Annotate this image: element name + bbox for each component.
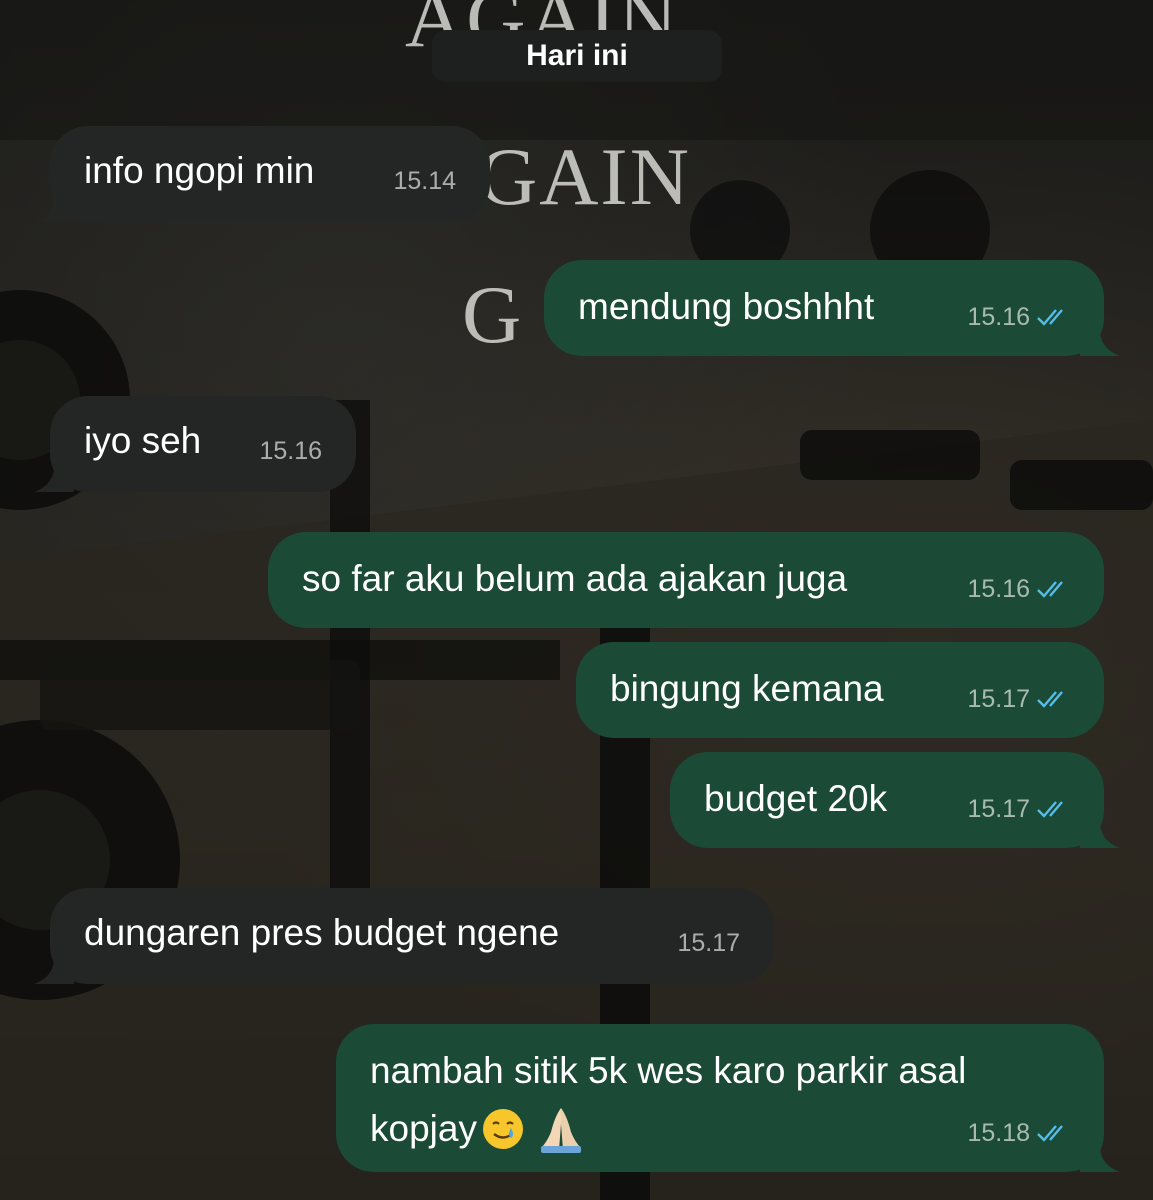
message-text: info ngopi min bbox=[84, 150, 315, 191]
smiling-face-with-tear-icon bbox=[482, 1109, 523, 1149]
message-text-line2: kopjay bbox=[370, 1108, 477, 1149]
message-bubble-outgoing[interactable]: budget 20k 15.17 bbox=[670, 752, 1104, 848]
message-bubble-outgoing[interactable]: bingung kemana 15.17 bbox=[576, 642, 1104, 738]
double-check-read-icon bbox=[1037, 309, 1063, 326]
message-time: 15.17 bbox=[967, 670, 1070, 728]
message-bubble-incoming[interactable]: dungaren pres budget ngene 15.17 bbox=[50, 888, 774, 984]
message-time: 15.18 bbox=[967, 1104, 1070, 1162]
folded-hands-icon bbox=[540, 1108, 581, 1153]
message-time: 15.17 bbox=[967, 780, 1070, 838]
timestamp: 15.16 bbox=[967, 575, 1030, 603]
message-time: 15.16 bbox=[259, 422, 322, 480]
bubble-tail-outgoing bbox=[1080, 326, 1120, 356]
message-text-line2-row: kopjay bbox=[370, 1100, 587, 1158]
double-check-read-icon bbox=[1037, 801, 1063, 818]
bubble-tail-incoming bbox=[34, 954, 74, 984]
message-bubble-outgoing[interactable]: nambah sitik 5k wes karo parkir asal kop… bbox=[336, 1024, 1104, 1172]
double-check-read-icon bbox=[1037, 691, 1063, 708]
message-bubble-incoming[interactable]: iyo seh 15.16 bbox=[50, 396, 356, 492]
date-separator: Hari ini bbox=[432, 30, 722, 82]
double-check-read-icon bbox=[1037, 1125, 1063, 1142]
bubble-tail-outgoing bbox=[1080, 818, 1120, 848]
message-text: so far aku belum ada ajakan juga bbox=[302, 558, 848, 599]
message-time: 15.16 bbox=[967, 560, 1070, 618]
message-time: 15.16 bbox=[967, 288, 1070, 346]
bubble-tail-incoming bbox=[34, 462, 74, 492]
message-text: bingung kemana bbox=[610, 668, 884, 709]
message-text: mendung boshhht bbox=[578, 286, 875, 327]
message-text: iyo seh bbox=[84, 420, 202, 461]
timestamp: 15.18 bbox=[967, 1119, 1030, 1147]
timestamp: 15.17 bbox=[967, 795, 1030, 823]
double-check-read-icon bbox=[1037, 581, 1063, 598]
message-bubble-incoming[interactable]: info ngopi min 15.14 bbox=[50, 126, 490, 222]
timestamp: 15.16 bbox=[967, 303, 1030, 331]
bubble-tail-outgoing bbox=[1080, 1142, 1120, 1172]
message-time: 15.14 bbox=[393, 152, 456, 210]
message-text: budget 20k bbox=[704, 778, 888, 819]
wallpaper-text-line2: GAIN bbox=[478, 131, 691, 222]
message-text-line1: nambah sitik 5k wes karo parkir asal bbox=[370, 1050, 967, 1091]
timestamp: 15.14 bbox=[393, 167, 456, 195]
message-bubble-outgoing[interactable]: so far aku belum ada ajakan juga 15.16 bbox=[268, 532, 1104, 628]
timestamp: 15.16 bbox=[259, 437, 322, 465]
bubble-tail-incoming bbox=[34, 192, 74, 222]
message-time: 15.17 bbox=[677, 914, 740, 972]
timestamp: 15.17 bbox=[967, 685, 1030, 713]
wallpaper-text-line3: G bbox=[462, 269, 524, 360]
message-text: dungaren pres budget ngene bbox=[84, 912, 560, 953]
message-bubble-outgoing[interactable]: mendung boshhht 15.16 bbox=[544, 260, 1104, 356]
timestamp: 15.17 bbox=[677, 929, 740, 957]
